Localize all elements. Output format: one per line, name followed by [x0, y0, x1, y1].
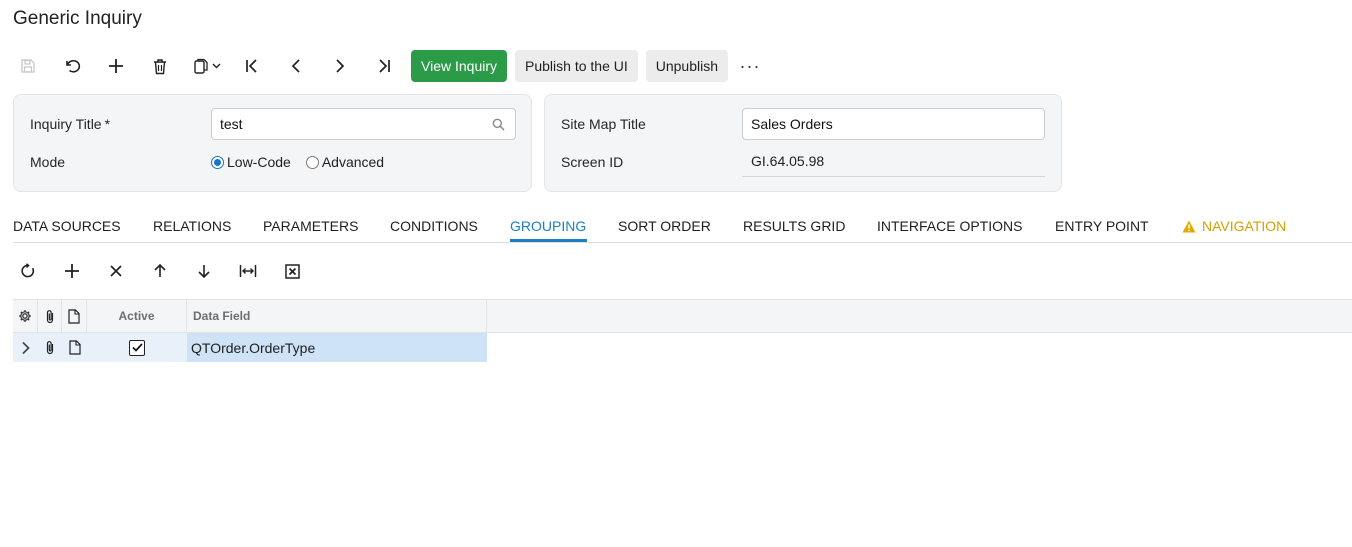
radio-checked-icon — [211, 155, 224, 169]
tab-entry-point[interactable]: ENTRY POINT — [1055, 218, 1149, 234]
undo-icon[interactable] — [57, 50, 87, 82]
mode-label: Mode — [30, 154, 66, 170]
tab-relations[interactable]: RELATIONS — [153, 218, 231, 234]
grid-header-row: Active Data Field — [13, 299, 1352, 333]
column-header-data-field-label: Data Field — [193, 309, 251, 323]
radio-unchecked-icon — [305, 155, 319, 169]
move-down-icon[interactable] — [189, 256, 219, 286]
tab-results-grid[interactable]: RESULTS GRID — [743, 218, 845, 234]
data-field-cell[interactable]: QTOrder.OrderType — [187, 333, 487, 362]
previous-record-icon[interactable] — [281, 50, 311, 82]
refresh-icon[interactable] — [13, 256, 43, 286]
tab-data-sources[interactable]: DATA SOURCES — [13, 218, 121, 234]
unpublish-button[interactable]: Unpublish — [645, 50, 729, 82]
add-row-icon[interactable] — [57, 256, 87, 286]
mode-option-label: Low-Code — [227, 154, 291, 170]
tab-parameters[interactable]: PARAMETERS — [263, 218, 358, 234]
tab-conditions[interactable]: CONDITIONS — [390, 218, 478, 234]
active-tab-indicator — [510, 239, 587, 242]
export-excel-icon[interactable] — [277, 256, 307, 286]
note-icon[interactable] — [62, 333, 87, 362]
search-icon[interactable] — [492, 118, 505, 131]
data-field-value: QTOrder.OrderType — [191, 339, 316, 356]
inquiry-summary-panel: Inquiry Title * test Mode Low-Code Advanc… — [13, 94, 532, 192]
first-record-icon[interactable] — [237, 50, 267, 82]
copy-paste-icon[interactable] — [189, 50, 227, 82]
next-record-icon[interactable] — [325, 50, 355, 82]
checkbox-checked-icon — [129, 339, 145, 356]
tab-interface-options[interactable]: INTERFACE OPTIONS — [877, 218, 1022, 234]
move-up-icon[interactable] — [145, 256, 175, 286]
mode-radio-group: Low-Code Advanced — [211, 154, 399, 170]
mode-radio-low-code[interactable]: Low-Code — [211, 154, 291, 170]
add-icon[interactable] — [101, 50, 131, 82]
screen-id-label: Screen ID — [561, 154, 624, 170]
inquiry-title-label: Inquiry Title * — [30, 116, 110, 132]
page-title: Generic Inquiry — [13, 8, 142, 29]
active-checkbox[interactable] — [87, 333, 187, 362]
column-settings-icon[interactable] — [13, 300, 38, 332]
last-record-icon[interactable] — [369, 50, 399, 82]
tab-sort-order[interactable]: SORT ORDER — [618, 218, 711, 234]
inquiry-title-field[interactable]: test — [211, 108, 516, 140]
site-map-title-label: Site Map Title — [561, 116, 646, 132]
tab-grouping[interactable]: GROUPING — [510, 218, 586, 234]
inquiry-title-value: test — [220, 116, 243, 132]
warning-icon — [1182, 220, 1196, 232]
delete-icon[interactable] — [145, 50, 175, 82]
column-header-active-label: Active — [118, 309, 155, 323]
site-map-panel: Site Map Title Sales Orders Screen ID GI… — [544, 94, 1062, 192]
column-header-active[interactable]: Active — [87, 300, 187, 332]
notes-header-icon — [62, 300, 87, 332]
save-icon[interactable] — [13, 50, 43, 82]
site-map-title-value: Sales Orders — [751, 116, 833, 132]
attachment-icon[interactable] — [38, 333, 62, 362]
required-mark: * — [104, 116, 111, 132]
tab-bar: DATA SOURCES RELATIONS PARAMETERS CONDIT… — [13, 208, 1352, 243]
attachment-header-icon — [38, 300, 62, 332]
view-inquiry-button[interactable]: View Inquiry — [411, 50, 508, 82]
column-header-data-field[interactable]: Data Field — [187, 300, 487, 332]
fit-columns-icon[interactable] — [233, 256, 263, 286]
delete-row-icon[interactable] — [101, 256, 131, 286]
tab-navigation[interactable]: NAVIGATION — [1182, 218, 1286, 234]
main-toolbar: View Inquiry Publish to the UI Unpublish… — [13, 50, 764, 82]
inquiry-title-label-text: Inquiry Title — [30, 116, 102, 132]
screen-id-value: GI.64.05.98 — [742, 153, 1045, 177]
grouping-grid: Active Data Field QTOrder.OrderType — [13, 299, 1352, 362]
mode-radio-advanced[interactable]: Advanced — [305, 154, 385, 170]
mode-option-label: Advanced — [321, 154, 385, 170]
publish-to-ui-button[interactable]: Publish to the UI — [515, 50, 638, 82]
expand-row-icon[interactable] — [13, 333, 38, 362]
site-map-title-field[interactable]: Sales Orders — [742, 108, 1045, 140]
table-row[interactable]: QTOrder.OrderType — [13, 333, 1352, 362]
tab-navigation-label: NAVIGATION — [1202, 218, 1287, 234]
grid-toolbar — [13, 256, 321, 286]
more-actions-icon[interactable]: ··· — [736, 50, 764, 82]
